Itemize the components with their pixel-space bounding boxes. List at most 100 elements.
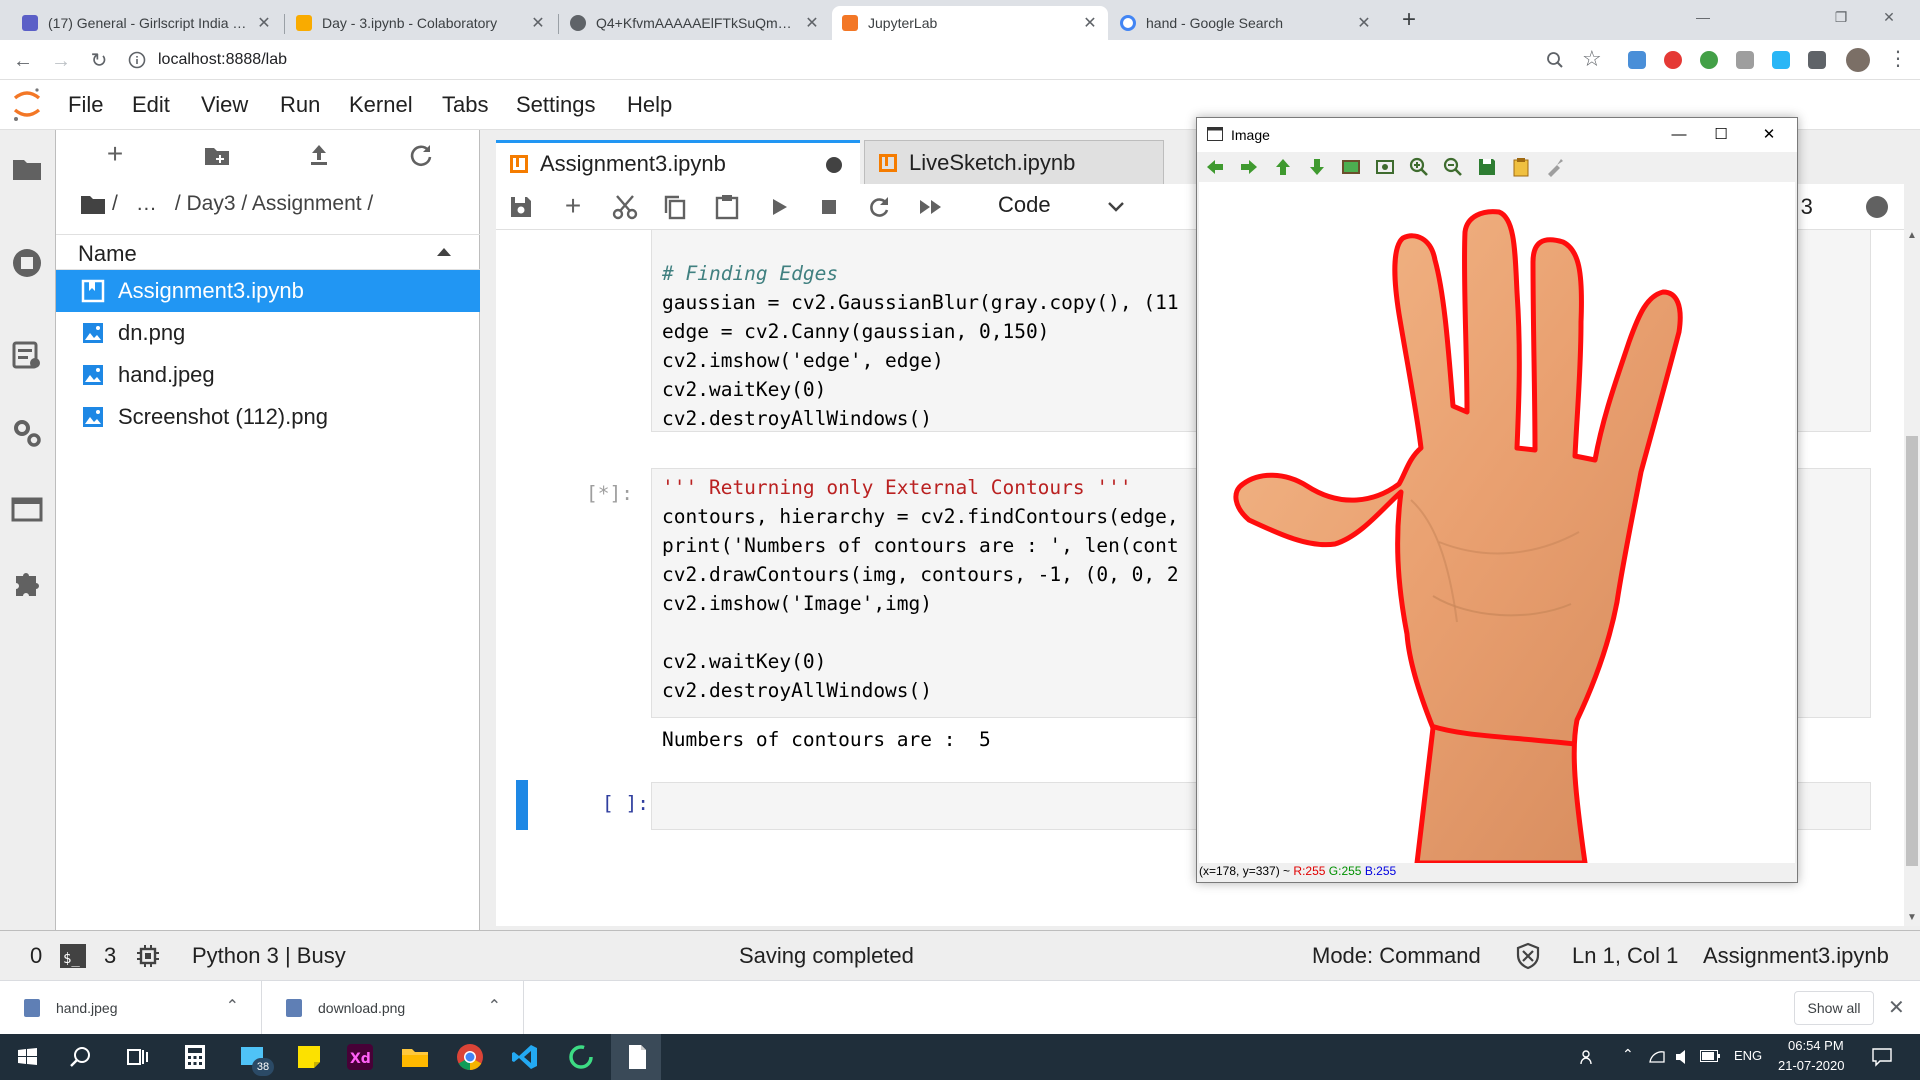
zoom-icon[interactable] — [1546, 51, 1564, 69]
menu-tabs[interactable]: Tabs — [442, 92, 488, 118]
new-tab-button[interactable]: + — [1395, 6, 1423, 34]
people-icon[interactable] — [1580, 1048, 1598, 1066]
sort-ascending-icon[interactable] — [436, 247, 452, 257]
clock-date[interactable]: 21-07-2020 — [1778, 1058, 1845, 1073]
close-window-button[interactable]: ✕ — [1866, 4, 1912, 30]
search-icon[interactable] — [66, 1042, 96, 1072]
scroll-down-arrow[interactable]: ▼ — [1907, 912, 1917, 923]
unsaved-dot-icon[interactable] — [826, 157, 842, 173]
sync-app-icon[interactable] — [566, 1042, 596, 1072]
close-tab-icon[interactable]: ✕ — [256, 13, 272, 33]
extensions-puzzle-icon[interactable] — [10, 566, 44, 600]
image-icon[interactable] — [1341, 157, 1361, 177]
add-cell-button[interactable]: + — [560, 192, 586, 220]
pan-up-icon[interactable] — [1273, 157, 1293, 177]
save-icon[interactable] — [508, 194, 534, 220]
close-icon[interactable]: ✕ — [1888, 995, 1905, 1020]
chip-icon[interactable] — [136, 944, 160, 968]
close-tab-icon[interactable]: ✕ — [804, 13, 820, 33]
refresh-icon[interactable] — [406, 140, 436, 170]
browser-tab-active[interactable]: JupyterLab ✕ — [832, 6, 1108, 40]
breadcrumb-root[interactable]: / — [112, 192, 118, 216]
running-kernels-icon[interactable] — [10, 246, 44, 280]
vertical-scrollbar[interactable]: ▲ ▼ — [1904, 230, 1920, 926]
zoom-in-icon[interactable] — [1409, 157, 1429, 177]
contour-image-display[interactable] — [1199, 182, 1795, 863]
menu-help[interactable]: Help — [627, 92, 672, 118]
chrome-icon[interactable] — [455, 1042, 485, 1072]
zoom-fit-icon[interactable] — [1375, 157, 1395, 177]
fast-forward-icon[interactable] — [918, 194, 944, 220]
close-tab-icon[interactable]: ✕ — [1082, 13, 1098, 33]
language-indicator[interactable]: ENG — [1734, 1048, 1762, 1063]
restore-button[interactable]: ❐ — [1818, 4, 1864, 30]
copy-to-clipboard-icon[interactable] — [1511, 157, 1531, 177]
url-text[interactable]: localhost:8888/lab — [158, 51, 287, 69]
tabs-icon[interactable] — [10, 492, 44, 526]
chevron-up-icon[interactable]: ⌃ — [226, 996, 239, 1016]
copy-icon[interactable] — [662, 194, 688, 220]
paste-icon[interactable] — [714, 194, 740, 220]
kebab-menu-icon[interactable]: ⋮ — [1888, 46, 1908, 71]
menu-edit[interactable]: Edit — [132, 92, 170, 118]
volume-icon[interactable] — [1674, 1048, 1692, 1066]
download-item[interactable]: hand.jpeg ⌃ — [0, 981, 262, 1035]
file-list-header[interactable]: Name — [56, 234, 480, 270]
menu-settings[interactable]: Settings — [516, 92, 596, 118]
window-minimize-button[interactable]: — — [1659, 122, 1699, 148]
menu-view[interactable]: View — [201, 92, 248, 118]
pan-right-icon[interactable] — [1239, 157, 1259, 177]
clock-time[interactable]: 06:54 PM — [1788, 1038, 1844, 1053]
download-item[interactable]: download.png ⌃ — [262, 981, 524, 1035]
adobe-xd-icon[interactable]: Xd — [345, 1042, 375, 1072]
info-icon[interactable] — [128, 51, 146, 69]
file-row[interactable]: hand.jpeg — [56, 354, 480, 396]
extension-icon[interactable] — [1772, 51, 1790, 69]
chevron-down-icon[interactable] — [1108, 202, 1124, 212]
close-tab-icon[interactable]: ✕ — [530, 13, 546, 33]
shield-icon[interactable] — [1516, 942, 1540, 970]
browser-tab[interactable]: hand - Google Search ✕ — [1110, 6, 1382, 40]
browser-tab[interactable]: (17) General - Girlscript India Sur ✕ — [12, 6, 282, 40]
terminal-icon[interactable]: $_ — [60, 944, 86, 968]
window-titlebar[interactable]: Image — ☐ ✕ — [1197, 118, 1797, 152]
scrollbar-thumb[interactable] — [1906, 436, 1918, 866]
name-column-header[interactable]: Name — [78, 241, 137, 267]
extension-icon[interactable] — [1628, 51, 1646, 69]
reload-icon[interactable]: ↻ — [86, 48, 112, 74]
run-icon[interactable] — [766, 194, 792, 220]
forward-icon[interactable]: → — [48, 48, 74, 74]
kernel-count[interactable]: 0 — [30, 943, 42, 969]
profile-avatar[interactable] — [1846, 48, 1870, 72]
new-launcher-button[interactable]: + — [100, 140, 130, 170]
commands-palette-icon[interactable] — [10, 338, 44, 372]
cursor-position[interactable]: Ln 1, Col 1 — [1572, 943, 1678, 969]
battery-icon[interactable] — [1700, 1050, 1720, 1062]
breadcrumb-ellipsis[interactable]: … — [136, 192, 157, 216]
gear-icon[interactable] — [10, 416, 44, 450]
terminal-count[interactable]: 3 — [104, 943, 116, 969]
action-center-icon[interactable] — [1872, 1048, 1892, 1067]
window-close-button[interactable]: ✕ — [1749, 122, 1789, 148]
file-explorer-icon[interactable] — [400, 1042, 430, 1072]
notebook-tab-active[interactable]: Assignment3.ipynb — [496, 140, 860, 184]
chevron-up-icon[interactable]: ⌃ — [1622, 1046, 1634, 1063]
file-row[interactable]: Screenshot (112).png — [56, 396, 480, 438]
restart-icon[interactable] — [866, 194, 892, 220]
stop-icon[interactable] — [816, 194, 842, 220]
zoom-out-icon[interactable] — [1443, 157, 1463, 177]
menu-run[interactable]: Run — [280, 92, 320, 118]
close-tab-icon[interactable]: ✕ — [1356, 13, 1372, 33]
folder-icon[interactable] — [80, 193, 106, 215]
document-icon[interactable] — [622, 1042, 652, 1072]
calculator-icon[interactable] — [180, 1042, 210, 1072]
notebook-tab[interactable]: LiveSketch.ipynb — [864, 140, 1164, 184]
properties-icon[interactable] — [1545, 157, 1565, 177]
back-icon[interactable]: ← — [10, 48, 36, 74]
chevron-up-icon[interactable]: ⌃ — [488, 996, 501, 1016]
pan-left-icon[interactable] — [1205, 157, 1225, 177]
windows-start-icon[interactable] — [12, 1042, 42, 1072]
scroll-up-arrow[interactable]: ▲ — [1907, 230, 1917, 241]
folder-icon[interactable] — [10, 152, 44, 186]
menu-file[interactable]: File — [68, 92, 103, 118]
